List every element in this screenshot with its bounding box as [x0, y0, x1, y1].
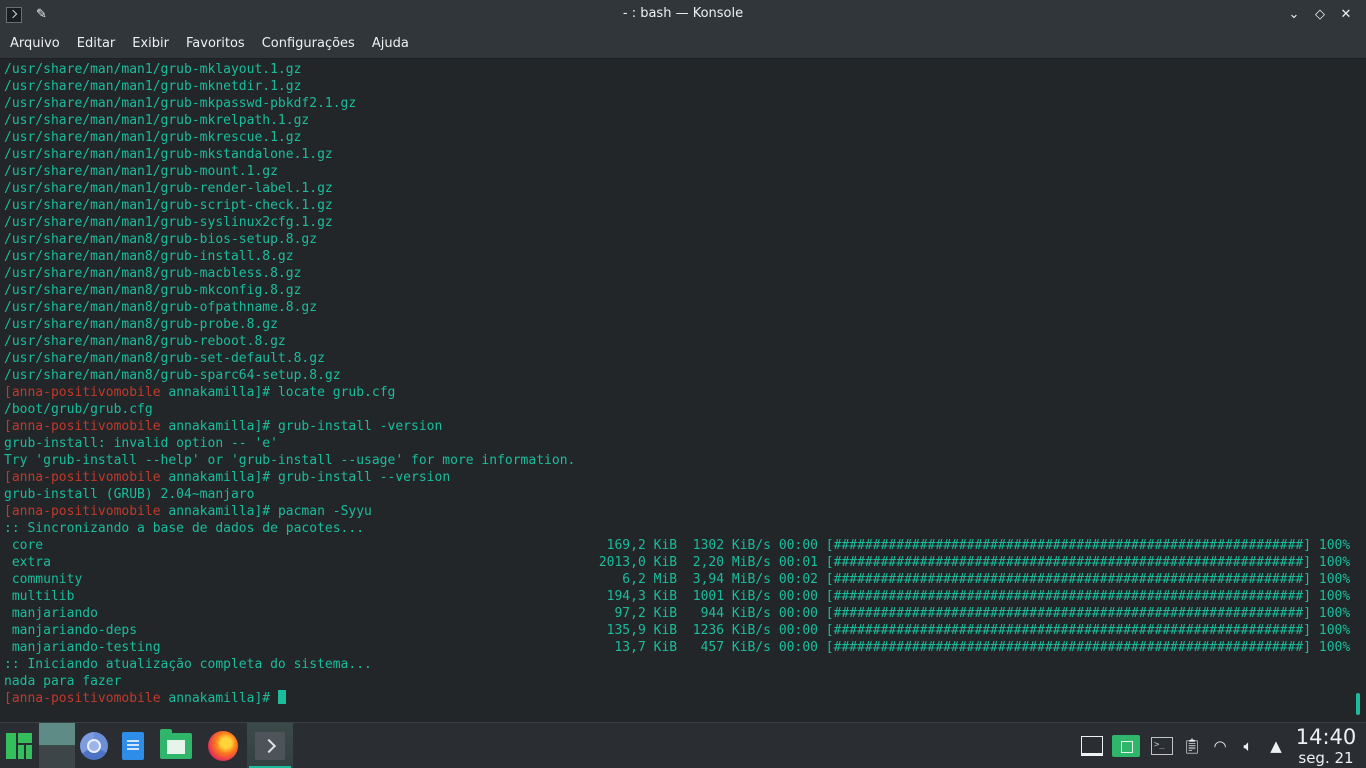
output-line: /boot/grub/grub.cfg — [4, 402, 153, 417]
output-line: /usr/share/man/man1/grub-mkpasswd-pbkdf2… — [4, 96, 357, 111]
output-line: /usr/share/man/man1/grub-render-label.1.… — [4, 181, 333, 196]
system-tray: >_ 📋︎ ◠ 🔈︎ ▲ 14:40 seg. 21 — [1078, 723, 1366, 768]
command-text: grub-install -version — [277, 419, 443, 434]
clock[interactable]: 14:40 seg. 21 — [1290, 725, 1362, 767]
prompt-dir: annakamilla]# — [160, 691, 278, 706]
clipboard-icon[interactable]: 📋︎ — [1178, 723, 1206, 768]
prompt-user: [anna-positivomobile — [4, 504, 161, 519]
prompt-dir: annakamilla]# — [160, 419, 278, 434]
terminal-output[interactable]: /usr/share/man/man1/grub-mklayout.1.gz/u… — [0, 60, 1366, 722]
terminal-tray-icon[interactable]: >_ — [1146, 723, 1178, 768]
firefox-icon[interactable] — [200, 723, 246, 768]
output-line: /usr/share/man/man1/grub-mount.1.gz — [4, 164, 278, 179]
output-line: /usr/share/man/man8/grub-install.8.gz — [4, 249, 294, 264]
menu-exibir[interactable]: Exibir — [126, 36, 175, 51]
menu-arquivo[interactable]: Arquivo — [4, 36, 66, 51]
konsole-task-icon[interactable] — [247, 722, 293, 768]
show-desktop-icon[interactable] — [1078, 723, 1106, 768]
window-title: - : bash — Konsole — [622, 6, 744, 21]
output-line: /usr/share/man/man1/grub-mklayout.1.gz — [4, 62, 302, 77]
prompt-dir: annakamilla]# — [160, 470, 278, 485]
output-line: /usr/share/man/man8/grub-probe.8.gz — [4, 317, 278, 332]
menu-editar[interactable]: Editar — [71, 36, 122, 51]
desktop-2[interactable] — [39, 746, 75, 768]
output-line: /usr/share/man/man1/grub-mkrescue.1.gz — [4, 130, 302, 145]
command-text: pacman -Syyu — [277, 504, 372, 519]
output-line: extra 2013,0 KiB 2,20 MiB/s 00:01 [#####… — [4, 555, 1351, 570]
output-line: /usr/share/man/man1/grub-mknetdir.1.gz — [4, 79, 302, 94]
menu-configuracoes[interactable]: Configurações — [256, 36, 361, 51]
minimize-button[interactable]: ⌄ — [1284, 4, 1304, 24]
expand-tray-icon[interactable]: ▲ — [1262, 723, 1290, 768]
wifi-icon[interactable]: ◠ — [1206, 723, 1234, 768]
output-line: nada para fazer — [4, 674, 122, 689]
prompt-dir: annakamilla]# — [160, 504, 278, 519]
command-text: grub-install --version — [277, 470, 451, 485]
output-line: /usr/share/man/man8/grub-macbless.8.gz — [4, 266, 302, 281]
file-manager-icon[interactable] — [153, 723, 199, 768]
terminal-cursor — [277, 690, 286, 704]
output-line: multilib 194,3 KiB 1001 KiB/s 00:00 [###… — [4, 589, 1351, 604]
output-line: :: Iniciando atualização completa do sis… — [4, 657, 372, 672]
output-line: :: Sincronizando a base de dados de paco… — [4, 521, 365, 536]
clock-time: 14:40 — [1295, 725, 1357, 749]
prompt-line: [anna-positivomobile annakamilla]# grub-… — [4, 469, 1366, 486]
prompt-line: [anna-positivomobile annakamilla]# grub-… — [4, 418, 1366, 435]
prompt-user: [anna-positivomobile — [4, 419, 161, 434]
menu-favoritos[interactable]: Favoritos — [180, 36, 251, 51]
prompt-dir: annakamilla]# — [160, 385, 278, 400]
manjaro-menu-icon[interactable] — [0, 723, 38, 768]
title-bar[interactable]: ✎ - : bash — Konsole ⌄ ◇ ✕ — [0, 0, 1366, 29]
window-controls: ⌄ ◇ ✕ — [1284, 4, 1356, 24]
document-editor-icon[interactable] — [114, 723, 152, 768]
output-line: /usr/share/man/man1/grub-mkrelpath.1.gz — [4, 113, 310, 128]
output-line: /usr/share/man/man8/grub-ofpathname.8.gz — [4, 300, 318, 315]
output-line: /usr/share/man/man8/grub-bios-setup.8.gz — [4, 232, 318, 247]
output-line: /usr/share/man/man8/grub-set-default.8.g… — [4, 351, 325, 366]
chromium-icon[interactable] — [75, 723, 113, 768]
output-line: grub-install (GRUB) 2.04~manjaro — [4, 487, 255, 502]
output-line: /usr/share/man/man1/grub-mkstandalone.1.… — [4, 147, 333, 162]
output-line: /usr/share/man/man1/grub-script-check.1.… — [4, 198, 333, 213]
desktop-pager[interactable] — [39, 722, 75, 768]
volume-icon[interactable]: 🔈︎ — [1234, 723, 1262, 768]
prompt-line: [anna-positivomobile annakamilla]# pacma… — [4, 503, 1366, 520]
menu-ajuda[interactable]: Ajuda — [366, 36, 415, 51]
taskbar: >_ 📋︎ ◠ 🔈︎ ▲ 14:40 seg. 21 — [0, 722, 1366, 768]
menu-bar: Arquivo Editar Exibir Favoritos Configur… — [0, 29, 1366, 59]
close-button[interactable]: ✕ — [1336, 4, 1356, 24]
output-line: /usr/share/man/man8/grub-reboot.8.gz — [4, 334, 286, 349]
output-line: /usr/share/man/man8/grub-mkconfig.8.gz — [4, 283, 302, 298]
output-line: core 169,2 KiB 1302 KiB/s 00:00 [#######… — [4, 538, 1351, 553]
prompt-line: [anna-positivomobile annakamilla]# — [4, 690, 1366, 707]
output-line: Try 'grub-install --help' or 'grub-insta… — [4, 453, 576, 468]
output-line: community 6,2 MiB 3,94 MiB/s 00:02 [####… — [4, 572, 1351, 587]
terminal-scrollbar[interactable] — [1356, 693, 1360, 715]
output-line: /usr/share/man/man8/grub-sparc64-setup.8… — [4, 368, 341, 383]
konsole-icon[interactable] — [6, 6, 22, 23]
output-line: manjariando-testing 13,7 KiB 457 KiB/s 0… — [4, 640, 1351, 655]
prompt-line: [anna-positivomobile annakamilla]# locat… — [4, 384, 1366, 401]
desktop-1[interactable] — [39, 722, 75, 745]
pin-icon[interactable]: ✎ — [36, 7, 47, 22]
files-folder-icon[interactable] — [1106, 723, 1146, 768]
prompt-user: [anna-positivomobile — [4, 385, 161, 400]
output-line: grub-install: invalid option -- 'e' — [4, 436, 278, 451]
command-text: locate grub.cfg — [277, 385, 396, 400]
maximize-button[interactable]: ◇ — [1310, 4, 1330, 24]
prompt-user: [anna-positivomobile — [4, 691, 161, 706]
clock-date: seg. 21 — [1298, 749, 1354, 767]
output-line: manjariando 97,2 KiB 944 KiB/s 00:00 [##… — [4, 606, 1351, 621]
output-line: manjariando-deps 135,9 KiB 1236 KiB/s 00… — [4, 623, 1351, 638]
output-line: /usr/share/man/man1/grub-syslinux2cfg.1.… — [4, 215, 333, 230]
prompt-user: [anna-positivomobile — [4, 470, 161, 485]
